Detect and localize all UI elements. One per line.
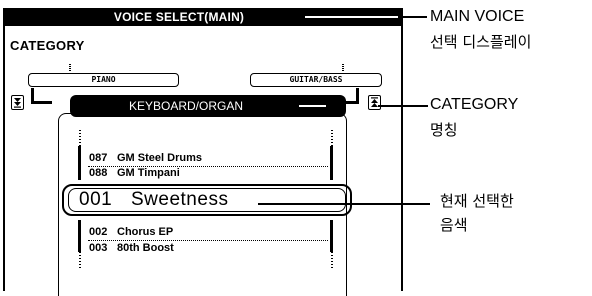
- list-left-bar-bottom: [78, 220, 81, 252]
- voice-number: 002: [89, 226, 108, 238]
- title-label: VOICE SELECT(MAIN): [113, 10, 245, 24]
- prev-category-pill[interactable]: PIANO: [28, 73, 179, 87]
- left-bracket: [31, 88, 52, 104]
- right-tick-mark: [342, 64, 344, 71]
- voice-number: 088: [89, 167, 108, 179]
- list-item[interactable]: 088 GM Timpani: [89, 167, 180, 179]
- category-callout-pointer-line: [378, 105, 428, 107]
- category-up-button[interactable]: [368, 95, 381, 110]
- left-tick-mark: [69, 64, 71, 71]
- list-left-bar-top: [78, 146, 81, 180]
- next-category-label: GUITAR/BASS: [289, 75, 343, 84]
- row-underline: [88, 240, 328, 241]
- list-right-bar-top: [330, 146, 333, 180]
- main-voice-callout-desc: 선택 디스플레이: [430, 33, 532, 51]
- main-voice-pointer-line: [403, 16, 427, 18]
- list-right-bar-bottom: [330, 220, 333, 252]
- category-pointer-line: [299, 105, 326, 107]
- current-voice-highlight[interactable]: 001 Sweetness: [68, 188, 346, 212]
- voice-number: 003: [89, 242, 108, 254]
- list-scroll-dots-bottom-right: [331, 252, 333, 268]
- voice-number: 087: [89, 152, 108, 164]
- voice-name: GM Timpani: [117, 167, 180, 179]
- current-category-label: KEYBOARD/ORGAN: [128, 99, 244, 113]
- voice-name: GM Steel Drums: [117, 152, 202, 164]
- next-category-pill[interactable]: GUITAR/BASS: [250, 73, 382, 87]
- current-voice-name: Sweetness: [131, 189, 229, 210]
- list-item[interactable]: 087 GM Steel Drums: [89, 152, 202, 164]
- current-voice-number: 001: [79, 189, 113, 210]
- voice-select-title-bar: VOICE SELECT(MAIN): [3, 8, 403, 26]
- main-voice-callout-title: MAIN VOICE: [430, 8, 525, 25]
- list-scroll-dots-bottom-left: [79, 252, 81, 268]
- list-item[interactable]: 003 80th Boost: [89, 242, 174, 254]
- current-category-bar: KEYBOARD/ORGAN: [70, 95, 346, 117]
- list-item[interactable]: 002 Chorus EP: [89, 226, 173, 238]
- category-callout-desc: 명칭: [430, 121, 458, 139]
- arrow-down-bar-icon: [14, 98, 21, 108]
- current-voice-callout-title: 현재 선택한: [440, 192, 514, 210]
- prev-category-label: PIANO: [91, 75, 116, 84]
- current-voice-callout-desc: 음색: [440, 216, 468, 234]
- voice-name: 80th Boost: [117, 242, 174, 254]
- category-heading: CATEGORY: [10, 38, 85, 53]
- category-callout-title: CATEGORY: [430, 96, 519, 113]
- current-voice-pointer-line: [258, 203, 430, 205]
- voice-name: Chorus EP: [117, 226, 174, 238]
- category-down-button[interactable]: [11, 95, 24, 110]
- title-pointer-line: [305, 16, 398, 18]
